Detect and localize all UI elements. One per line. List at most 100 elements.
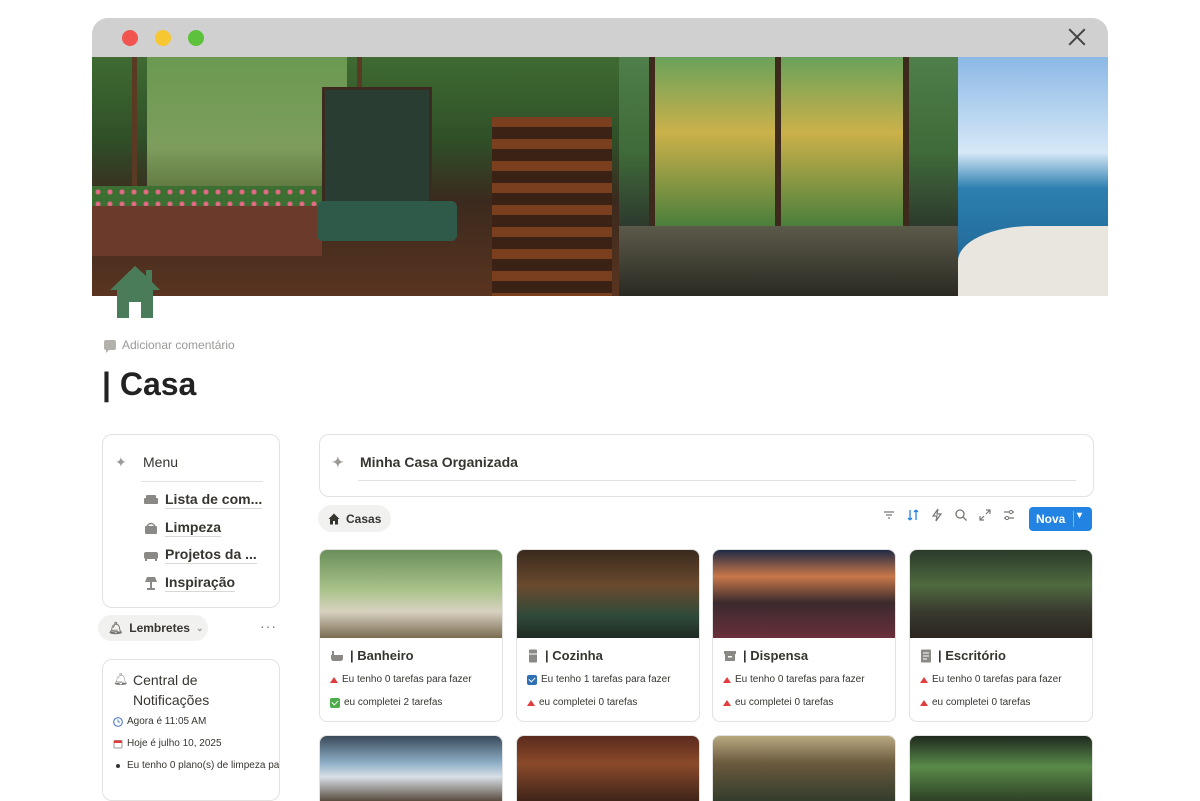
card-pending-text: Eu tenho 0 tarefas para fazer xyxy=(342,674,472,685)
card-cover-image xyxy=(320,550,502,638)
card-completed-text: eu completei 2 tarefas xyxy=(344,697,443,708)
card-pending-text: Eu tenho 0 tarefas para fazer xyxy=(735,674,865,685)
card-completed: eu completei 0 tarefas xyxy=(527,697,637,708)
card-cover-image xyxy=(713,550,895,638)
warning-icon xyxy=(723,676,731,683)
app-window: Adicionar comentário | Casa ✦ Menu Lista… xyxy=(92,18,1108,801)
fridge-icon xyxy=(529,649,537,662)
sort-icon[interactable] xyxy=(906,508,920,522)
maximize-window-button[interactable] xyxy=(188,30,204,46)
warning-icon xyxy=(920,676,928,683)
title-bar xyxy=(92,18,1108,57)
page-title[interactable]: | Casa xyxy=(102,366,196,403)
sofa-icon xyxy=(144,495,158,504)
document-icon xyxy=(921,649,931,662)
tab-casas[interactable]: Casas xyxy=(318,505,392,532)
lightning-icon[interactable] xyxy=(930,508,944,522)
card-title: | Banheiro xyxy=(330,648,414,663)
gallery-card-banheiro[interactable]: | Banheiro Eu tenho 0 tarefas para fazer… xyxy=(319,549,503,722)
reminders-toggle[interactable]: 🔔︎ Lembretes ⌄ xyxy=(98,615,208,641)
add-comment-button[interactable]: Adicionar comentário xyxy=(104,338,235,353)
divider xyxy=(358,480,1076,481)
expand-icon[interactable] xyxy=(978,508,992,522)
banner-title: Minha Casa Organizada xyxy=(360,454,518,470)
divider xyxy=(141,481,263,482)
chevron-down-icon: ⌄ xyxy=(195,622,204,633)
bell-icon: 🔔︎ xyxy=(108,621,124,635)
card-pending: Eu tenho 0 tarefas para fazer xyxy=(723,674,865,685)
gallery-card[interactable] xyxy=(516,735,700,801)
cover-sofa xyxy=(317,201,457,241)
gallery-card-cozinha[interactable]: | Cozinha Eu tenho 1 tarefas para fazer … xyxy=(516,549,700,722)
lamp-icon xyxy=(145,577,157,590)
menu-item-label: Inspiração xyxy=(165,574,236,592)
gallery-card[interactable] xyxy=(712,735,896,801)
card-pending: Eu tenho 0 tarefas para fazer xyxy=(920,674,1062,685)
settings-sliders-icon[interactable] xyxy=(1002,508,1016,522)
new-button[interactable]: Nova ▾ xyxy=(1029,507,1092,531)
view-toolbar xyxy=(882,508,1016,522)
notification-text: Agora é 11:05 AM xyxy=(127,716,207,727)
card-pending-text: Eu tenho 1 tarefas para fazer xyxy=(541,674,671,685)
house-icon[interactable] xyxy=(108,264,162,320)
menu-item-label: Projetos da ... xyxy=(165,546,257,564)
clock-icon xyxy=(113,716,123,727)
close-window-button[interactable] xyxy=(122,30,138,46)
menu-title: Menu xyxy=(143,454,179,470)
card-cover-image xyxy=(910,550,1092,638)
sparkle-icon: ✦ xyxy=(115,454,127,470)
bullet-icon xyxy=(116,763,120,768)
menu-item-label: Limpeza xyxy=(165,519,222,537)
gallery-card[interactable] xyxy=(909,735,1093,801)
title-callout: ✦ Minha Casa Organizada xyxy=(319,434,1094,497)
warning-icon xyxy=(527,699,535,706)
card-title-text: | Dispensa xyxy=(743,648,809,663)
bathtub-icon xyxy=(331,650,343,661)
menu-item-projetos[interactable]: Projetos da ... xyxy=(143,546,257,564)
gallery-card-escritorio[interactable]: | Escritório Eu tenho 0 tarefas para faz… xyxy=(909,549,1093,722)
cover-living-room xyxy=(92,57,619,296)
card-pending-text: Eu tenho 0 tarefas para fazer xyxy=(932,674,1062,685)
comment-icon xyxy=(104,340,116,353)
notification-date: Hoje é julho 10, 2025 xyxy=(113,738,222,749)
card-completed: eu completei 0 tarefas xyxy=(723,697,833,708)
menu-header: ✦ Menu xyxy=(115,453,178,471)
card-completed-text: eu completei 0 tarefas xyxy=(932,697,1031,708)
close-icon[interactable] xyxy=(1066,26,1088,48)
gallery-card-dispensa[interactable]: | Dispensa Eu tenho 0 tarefas para fazer… xyxy=(712,549,896,722)
basket-icon xyxy=(145,522,157,534)
calendar-icon xyxy=(113,739,123,748)
card-pending: Eu tenho 1 tarefas para fazer xyxy=(527,674,671,685)
card-title-text: | Cozinha xyxy=(545,648,603,663)
search-icon[interactable] xyxy=(954,508,968,522)
notification-cleaning: Eu tenho 0 plano(s) de limpeza pa xyxy=(113,760,279,771)
warning-icon xyxy=(920,699,928,706)
menu-item-lista[interactable]: Lista de com... xyxy=(143,491,263,509)
card-completed-text: eu completei 0 tarefas xyxy=(735,697,834,708)
card-title-text: | Escritório xyxy=(938,648,1006,663)
menu-callout: ✦ Menu Lista de com... Limpeza Projetos … xyxy=(102,434,280,608)
notifications-callout: 🔔︎ Central de Notificações Agora é 11:05… xyxy=(102,659,280,801)
couch-icon xyxy=(144,552,158,561)
more-options-button[interactable]: ··· xyxy=(260,618,277,634)
banner-header: ✦ Minha Casa Organizada xyxy=(332,453,518,471)
divider xyxy=(1073,511,1074,527)
add-comment-label: Adicionar comentário xyxy=(122,338,235,352)
chevron-down-icon[interactable]: ▾ xyxy=(1077,510,1082,521)
card-title-text: | Banheiro xyxy=(350,648,414,663)
cover-desk xyxy=(619,226,959,296)
menu-item-label: Lista de com... xyxy=(165,491,263,509)
card-cover-image xyxy=(517,550,699,638)
menu-item-limpeza[interactable]: Limpeza xyxy=(143,519,222,537)
box-icon xyxy=(724,650,736,661)
notification-text: Hoje é julho 10, 2025 xyxy=(127,738,222,749)
bell-icon: 🔔︎ xyxy=(113,672,129,686)
filter-icon[interactable] xyxy=(882,508,896,522)
tab-label: Casas xyxy=(346,511,382,526)
gallery-card[interactable] xyxy=(319,735,503,801)
card-completed: eu completei 2 tarefas xyxy=(330,697,442,708)
notifications-title: Central de Notificações xyxy=(133,672,210,708)
menu-item-inspiracao[interactable]: Inspiração xyxy=(143,574,236,592)
minimize-window-button[interactable] xyxy=(155,30,171,46)
warning-icon xyxy=(723,699,731,706)
